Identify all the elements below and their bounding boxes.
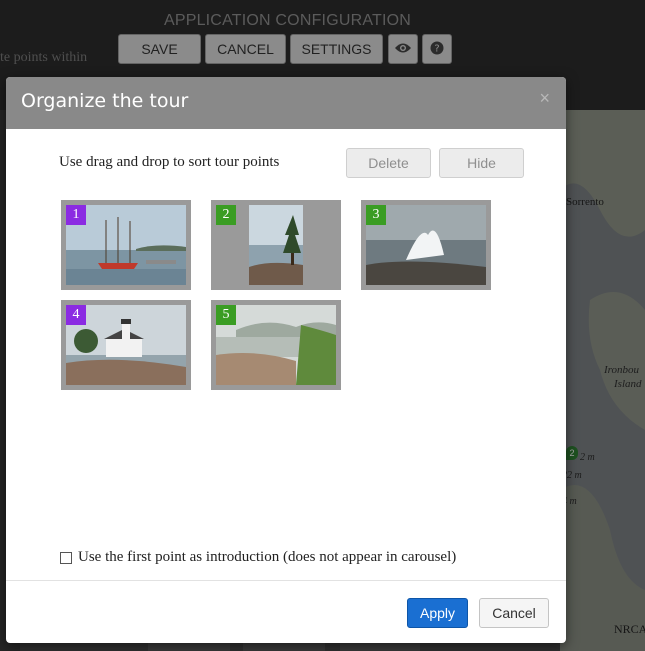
dialog-title: Organize the tour [21,90,189,112]
instructions-text: Use drag and drop to sort tour points [59,154,280,170]
hide-button[interactable]: Hide [439,148,524,178]
intro-option[interactable]: Use the first point as introduction (doe… [60,549,456,566]
tour-point-image [249,205,303,285]
close-icon[interactable]: × [539,88,550,109]
tour-point-thumbnail[interactable]: 3 [361,200,491,290]
organize-tour-dialog: Organize the tour × Use drag and drop to… [6,77,566,643]
apply-button[interactable]: Apply [407,598,468,628]
tour-point-thumbnail[interactable]: 5 [211,300,341,390]
delete-button[interactable]: Delete [346,148,431,178]
tour-point-thumbnail[interactable]: 1 [61,200,191,290]
tour-point-number: 4 [66,305,86,325]
footer-divider [6,580,566,581]
tour-point-number: 5 [216,305,236,325]
cancel-button[interactable]: Cancel [479,598,549,628]
tour-point-number: 2 [216,205,236,225]
tour-point-number: 3 [366,205,386,225]
tour-point-thumbnail[interactable]: 4 [61,300,191,390]
tour-point-number: 1 [66,205,86,225]
dialog-header: Organize the tour × [6,77,566,129]
intro-checkbox[interactable] [60,551,72,564]
tour-point-thumbnail[interactable]: 2 [211,200,341,290]
intro-checkbox-label: Use the first point as introduction (doe… [78,549,457,565]
